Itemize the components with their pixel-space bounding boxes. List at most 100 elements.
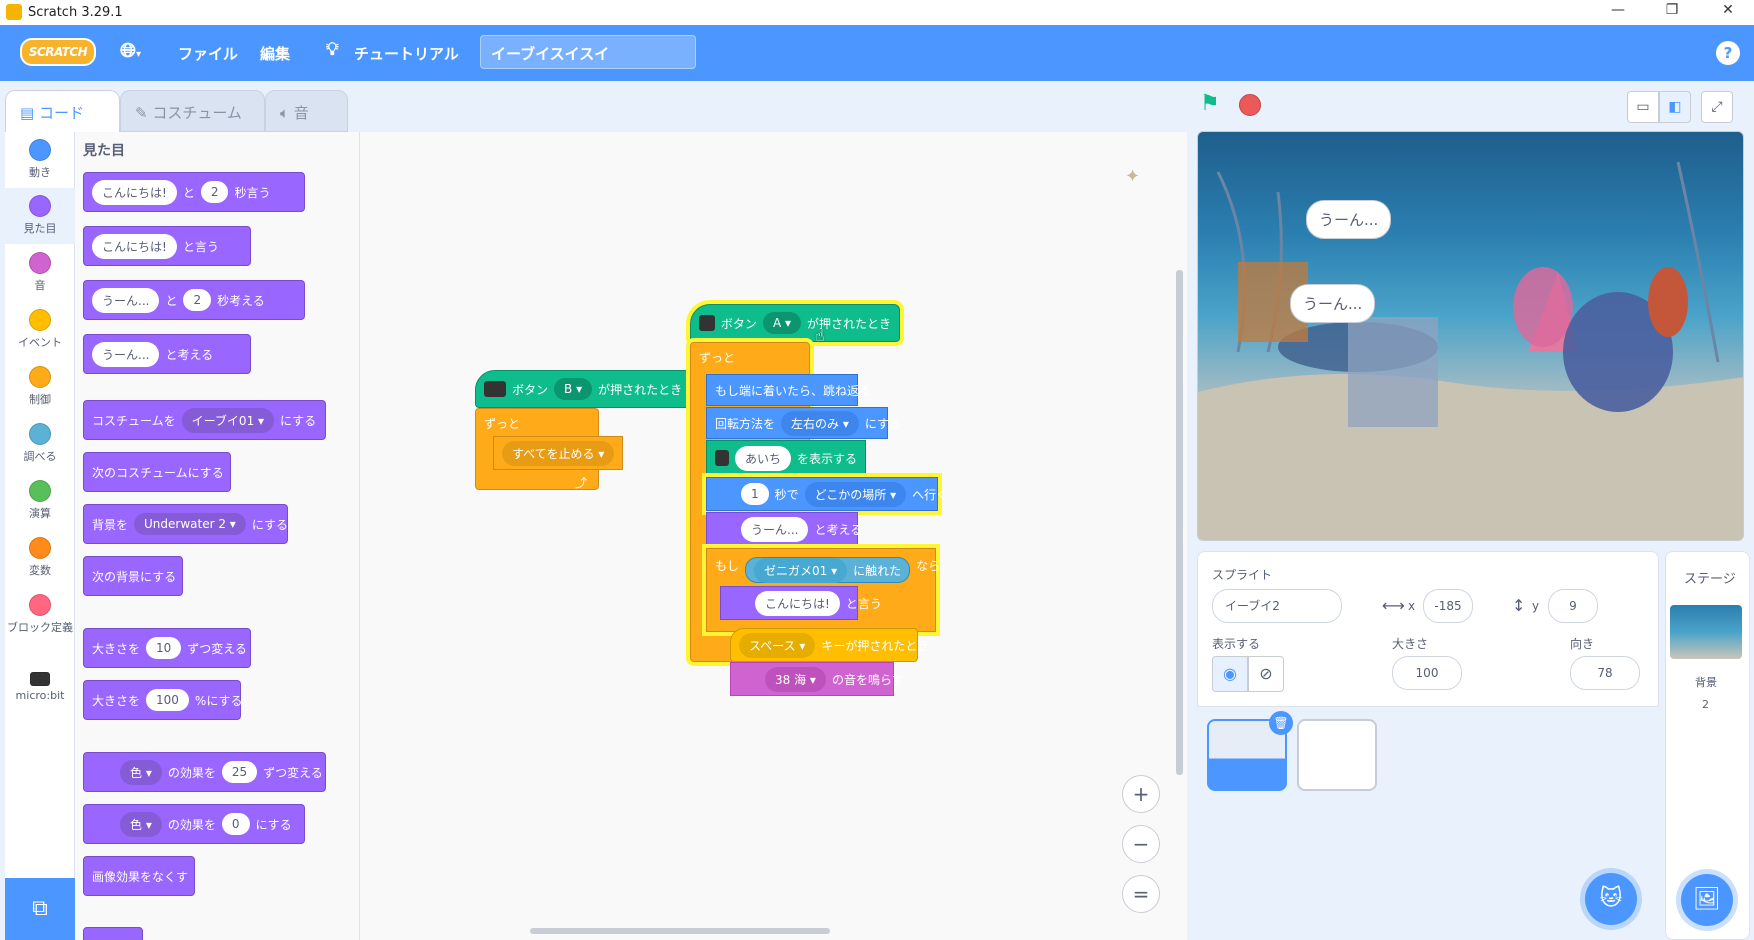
- script-horizontal-scrollbar[interactable]: [530, 928, 830, 934]
- add-backdrop-icon[interactable]: 🖼︎: [1681, 874, 1733, 926]
- block-input[interactable]: こんにちは!: [755, 590, 840, 616]
- help-icon[interactable]: ?: [1716, 41, 1740, 65]
- stage-selector[interactable]: ステージ 背景 2 🖼︎: [1665, 551, 1750, 940]
- tab-costumes[interactable]: ✎ コスチューム: [120, 90, 265, 132]
- block-stop-all[interactable]: すべてを止める ▾: [493, 436, 623, 470]
- block-show-string[interactable]: あいち を表示する: [706, 440, 866, 476]
- large-stage-button[interactable]: ◧: [1659, 91, 1691, 123]
- y-input[interactable]: 9: [1548, 589, 1598, 623]
- category-events[interactable]: イベント: [5, 302, 75, 358]
- block-start-sound[interactable]: 38 海 ▾ の音を鳴らす: [730, 662, 904, 696]
- block-next-backdrop[interactable]: 次の背景にする: [83, 556, 183, 596]
- globe-icon[interactable]: 🌐︎▾: [120, 38, 141, 62]
- maximize-button[interactable]: ❐: [1650, 2, 1694, 22]
- size-input[interactable]: 100: [1392, 656, 1462, 690]
- file-menu[interactable]: ファイル: [178, 43, 238, 64]
- close-button[interactable]: ✕: [1706, 2, 1750, 22]
- block-change-size[interactable]: 大きさを 10 ずつ変える: [83, 628, 251, 668]
- block-input[interactable]: うーん...: [92, 287, 160, 313]
- block-input[interactable]: 100: [146, 689, 189, 711]
- block-next-costume[interactable]: 次のコスチュームにする: [83, 452, 231, 492]
- green-flag-icon[interactable]: ⚑: [1200, 91, 1220, 116]
- block-dropdown[interactable]: 色 ▾: [120, 759, 162, 785]
- hat-button-pressed[interactable]: ボタン B ▾ が押されたとき: [475, 370, 707, 408]
- category-control[interactable]: 制御: [5, 359, 75, 415]
- block-say[interactable]: こんにちは! と言う: [720, 586, 882, 620]
- zoom-reset-button[interactable]: =: [1122, 875, 1160, 913]
- block-dropdown[interactable]: 38 海 ▾: [765, 666, 826, 692]
- small-stage-button[interactable]: ▭: [1627, 91, 1659, 123]
- block-dropdown[interactable]: スペース ▾: [739, 632, 816, 658]
- block-dropdown[interactable]: B ▾: [554, 378, 593, 400]
- category-motion[interactable]: 動き: [5, 132, 75, 188]
- block-input[interactable]: 10: [146, 637, 182, 659]
- stop-icon[interactable]: [1239, 94, 1261, 116]
- tab-code[interactable]: ▤ コード: [5, 90, 120, 135]
- add-extension-button[interactable]: ⧉: [5, 878, 75, 940]
- block-input[interactable]: こんにちは!: [92, 179, 177, 205]
- scratch-logo[interactable]: SCRATCH: [20, 38, 96, 66]
- block-dropdown[interactable]: A ▾: [762, 312, 801, 334]
- block-input[interactable]: うーん...: [741, 516, 809, 542]
- category-variables[interactable]: 変数: [5, 530, 75, 586]
- hat-key-pressed[interactable]: スペース ▾ キーが押されたとき: [730, 628, 929, 662]
- show-sprite-icon[interactable]: ◉: [1212, 656, 1248, 692]
- block-dropdown[interactable]: Underwater 2 ▾: [134, 513, 246, 535]
- category-sensing[interactable]: 調べる: [5, 416, 75, 472]
- block-glide[interactable]: 1 秒で どこかの場所 ▾ へ行く: [706, 477, 948, 511]
- zoom-out-button[interactable]: −: [1122, 825, 1160, 863]
- block-think[interactable]: うーん... と考える: [83, 334, 251, 374]
- block-say[interactable]: こんにちは! と言う: [83, 226, 251, 266]
- block-set-size[interactable]: 大きさを 100 %にする: [83, 680, 242, 720]
- block-say-for-secs[interactable]: こんにちは! と 2 秒言う: [83, 172, 305, 212]
- block-input[interactable]: 25: [221, 761, 258, 783]
- zoom-in-button[interactable]: +: [1122, 775, 1160, 813]
- block-input[interactable]: 2: [200, 181, 229, 203]
- block-input[interactable]: 0: [221, 813, 250, 835]
- block-switch-costume[interactable]: コスチュームを イーブイ01 ▾ にする: [83, 400, 326, 440]
- block-dropdown[interactable]: 色 ▾: [120, 811, 162, 837]
- script-button-b[interactable]: ボタン B ▾ が押されたとき ずっと すべてを止める ▾ ⤴: [475, 364, 707, 494]
- block-input[interactable]: あいち: [734, 445, 791, 471]
- block-dropdown[interactable]: 左右のみ ▾: [781, 410, 859, 436]
- backdrop-thumbnail[interactable]: [1670, 605, 1742, 659]
- category-my-blocks[interactable]: ブロック定義: [5, 587, 75, 657]
- script-vertical-scrollbar[interactable]: [1176, 270, 1183, 775]
- hat-button-pressed[interactable]: ボタン A ▾ が押されたとき: [690, 304, 900, 342]
- direction-input[interactable]: 78: [1570, 656, 1640, 690]
- block-set-effect[interactable]: 色 ▾ の効果を 0 にする: [83, 804, 305, 844]
- block-dropdown[interactable]: すべてを止める ▾: [502, 440, 615, 466]
- block-input[interactable]: うーん...: [92, 341, 160, 367]
- block-clear-effects[interactable]: 画像効果をなくす: [83, 856, 195, 896]
- fullscreen-icon[interactable]: ⤢: [1701, 91, 1733, 123]
- x-input[interactable]: -185: [1423, 589, 1473, 623]
- script-area[interactable]: ✦ ボタン B ▾ が押されたとき ずっと すべてを止める ▾ ⤴ ボタン A ▾ が押…: [360, 132, 1187, 940]
- block-input[interactable]: 1: [741, 483, 769, 505]
- block-switch-backdrop[interactable]: 背景を Underwater 2 ▾ にする: [83, 504, 288, 544]
- block-think[interactable]: うーん... と考える: [706, 512, 862, 546]
- category-looks[interactable]: 見た目: [5, 188, 75, 244]
- add-sprite-cat-icon[interactable]: 🐱︎: [1585, 873, 1637, 925]
- block-input[interactable]: こんにちは!: [92, 233, 177, 259]
- block-dropdown[interactable]: どこかの場所 ▾: [804, 481, 907, 507]
- category-operators[interactable]: 演算: [5, 473, 75, 529]
- trash-icon[interactable]: 🗑︎: [1269, 711, 1293, 735]
- tab-sounds[interactable]: 🔈︎ 音: [265, 90, 348, 132]
- block-set-rotation[interactable]: 回転方法を 左右のみ ▾ にする: [706, 407, 901, 439]
- block-think-for-secs[interactable]: うーん... と 2 秒考える: [83, 280, 305, 320]
- category-microbit[interactable]: micro:bit: [5, 660, 75, 716]
- sprite-thumbnail[interactable]: [1297, 719, 1377, 791]
- edit-menu[interactable]: 編集: [260, 43, 290, 64]
- block-dropdown[interactable]: イーブイ01 ▾: [181, 407, 275, 433]
- project-title-input[interactable]: イーブイスイスイ: [480, 35, 696, 69]
- block-touching[interactable]: ゼニガメ01 ▾ に触れた: [745, 557, 911, 583]
- category-sound[interactable]: 音: [5, 245, 75, 301]
- tutorials-menu[interactable]: チュートリアル: [354, 43, 459, 64]
- block-change-effect[interactable]: 色 ▾ の効果を 25 ずつ変える: [83, 752, 326, 792]
- hide-sprite-icon[interactable]: ⊘: [1248, 656, 1284, 692]
- minimize-button[interactable]: —: [1596, 2, 1640, 22]
- stage-canvas[interactable]: うーん... うーん...: [1197, 131, 1744, 541]
- block-input[interactable]: 2: [183, 289, 212, 311]
- block-bounce[interactable]: もし端に着いたら、跳ね返る: [706, 374, 871, 406]
- sprite-name-input[interactable]: イーブイ2: [1212, 589, 1342, 623]
